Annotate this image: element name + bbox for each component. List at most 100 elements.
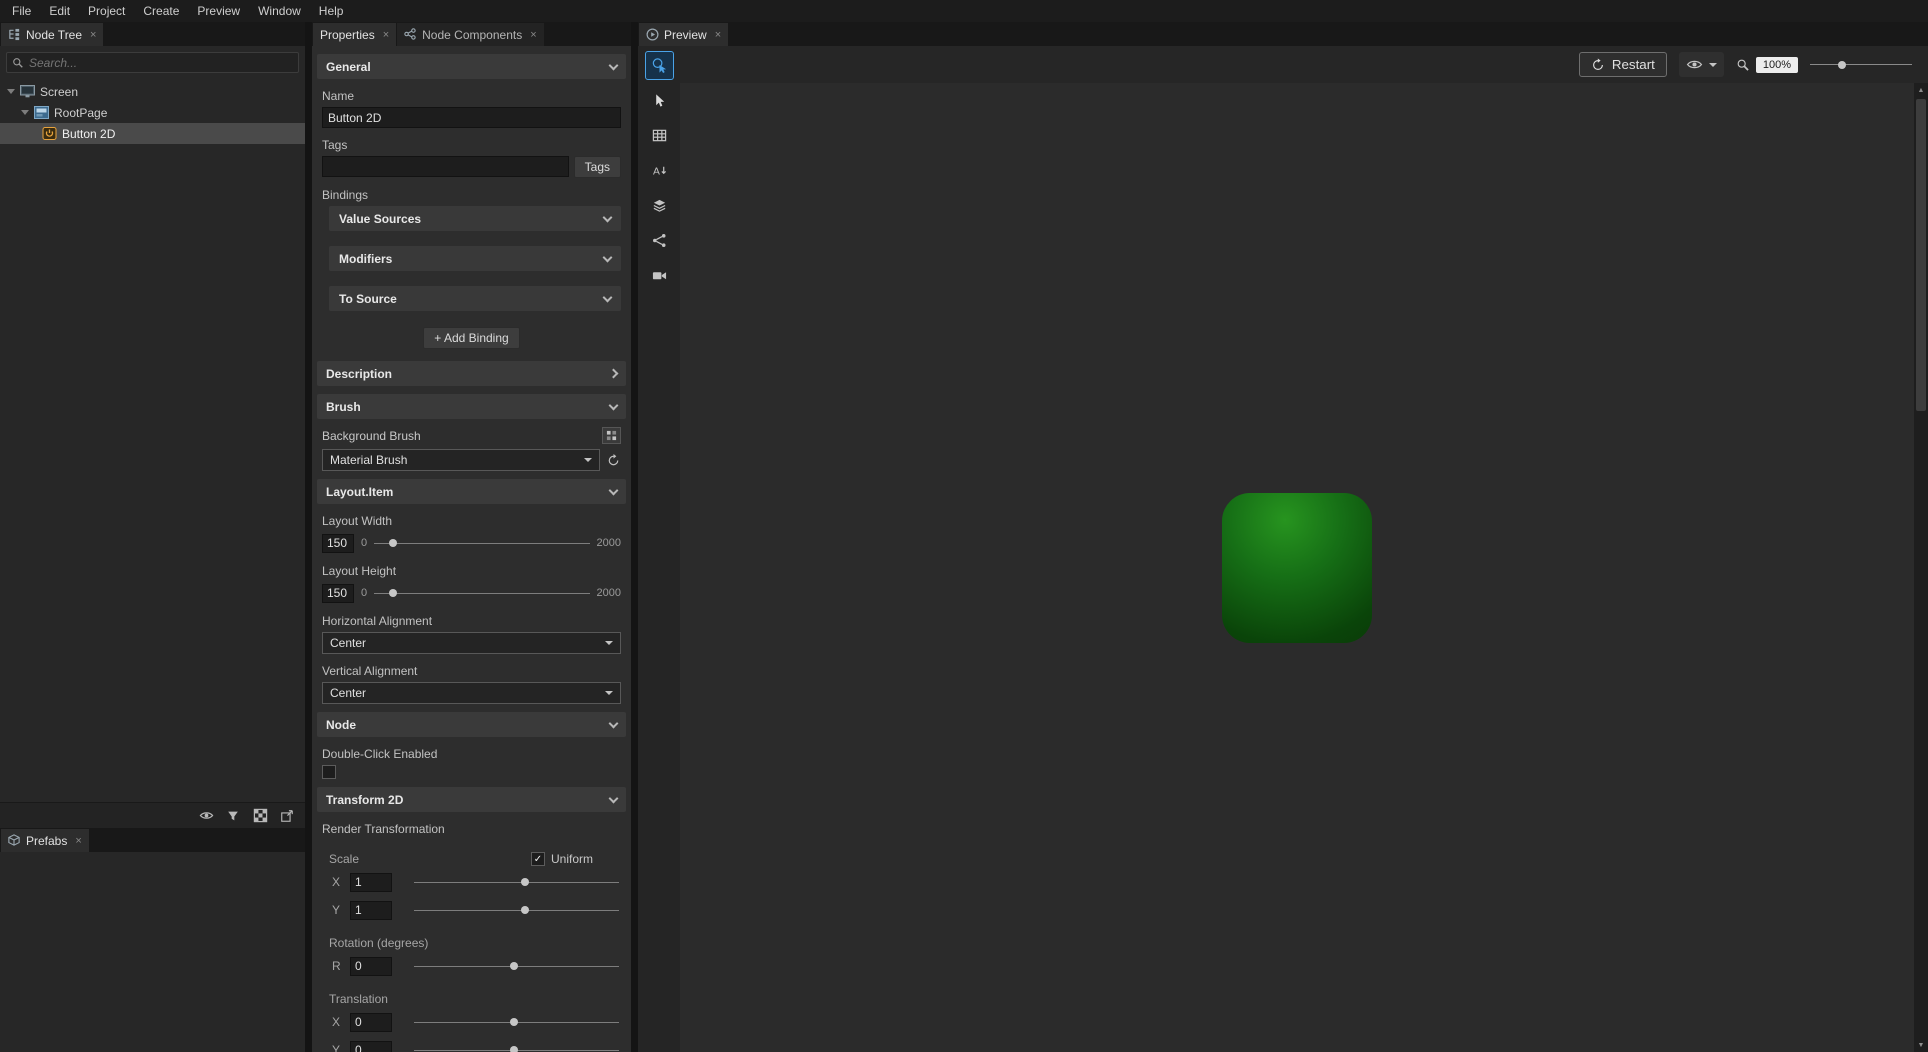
chevron-down-icon xyxy=(603,292,613,302)
preview-vertical-scrollbar[interactable]: ▲ ▼ xyxy=(1914,83,1928,1052)
zoom-slider[interactable] xyxy=(1810,58,1912,72)
section-description[interactable]: Description xyxy=(317,361,626,386)
translation-x-slider[interactable] xyxy=(414,1016,619,1028)
background-brush-dropdown[interactable]: Material Brush xyxy=(322,449,600,471)
dropdown-arrow-icon xyxy=(605,641,613,645)
group-value-sources[interactable]: Value Sources xyxy=(329,206,621,231)
preview-canvas[interactable] xyxy=(680,83,1914,1052)
visibility-options-button[interactable] xyxy=(1679,52,1724,77)
tab-node-components[interactable]: Node Components × xyxy=(397,23,544,46)
rotation-label: Rotation (degrees) xyxy=(329,936,621,950)
menu-item-project[interactable]: Project xyxy=(79,0,134,22)
menu-item-preview[interactable]: Preview xyxy=(188,0,249,22)
zoom-magnifier-icon[interactable] xyxy=(1736,58,1750,72)
translation-x-input[interactable] xyxy=(350,1013,392,1032)
tab-node-tree-close-icon[interactable]: × xyxy=(90,29,96,41)
previewed-button-2d[interactable] xyxy=(1222,493,1372,643)
expander-icon[interactable] xyxy=(7,89,15,94)
layout-width-input[interactable] xyxy=(322,534,354,553)
section-layout-item[interactable]: Layout.Item xyxy=(317,479,626,504)
scroll-down-icon[interactable]: ▼ xyxy=(1914,1038,1928,1052)
rotation-input[interactable] xyxy=(350,957,392,976)
visibility-eye-icon[interactable] xyxy=(197,807,215,825)
rotation-slider[interactable] xyxy=(414,960,619,972)
brush-reset-icon[interactable] xyxy=(606,453,621,468)
slider-thumb[interactable] xyxy=(389,589,397,597)
tab-preview-close-icon[interactable]: × xyxy=(715,29,721,41)
slider-thumb[interactable] xyxy=(510,1046,518,1052)
tab-node-components-close-icon[interactable]: × xyxy=(530,29,536,41)
node-connections-tool[interactable] xyxy=(646,227,673,254)
panel-splitter[interactable] xyxy=(305,22,312,1052)
add-binding-button[interactable]: + Add Binding xyxy=(423,327,519,349)
filter-funnel-icon[interactable] xyxy=(224,807,242,825)
panel-splitter[interactable] xyxy=(631,22,638,1052)
vertical-alignment-label: Vertical Alignment xyxy=(322,664,621,678)
menu-item-window[interactable]: Window xyxy=(249,0,310,22)
name-input[interactable] xyxy=(322,107,621,128)
search-input[interactable] xyxy=(29,56,293,70)
camera-tool[interactable] xyxy=(646,262,673,289)
tab-properties-close-icon[interactable]: × xyxy=(383,29,389,41)
menu-item-edit[interactable]: Edit xyxy=(40,0,79,22)
section-general[interactable]: General xyxy=(317,54,626,79)
tab-properties[interactable]: Properties × xyxy=(313,23,396,46)
translation-y-input[interactable] xyxy=(350,1041,392,1052)
double-click-enabled-checkbox[interactable] xyxy=(322,765,336,779)
tab-node-tree[interactable]: Node Tree × xyxy=(1,23,103,46)
tags-button[interactable]: Tags xyxy=(574,156,621,178)
layout-width-slider[interactable] xyxy=(374,537,589,549)
checkerboard-icon[interactable] xyxy=(251,807,269,825)
vertical-alignment-dropdown[interactable]: Center xyxy=(322,682,621,704)
slider-thumb[interactable] xyxy=(389,539,397,547)
double-click-enabled-label: Double-Click Enabled xyxy=(322,747,621,761)
node-tree-search[interactable] xyxy=(6,52,299,73)
interact-tool[interactable] xyxy=(646,52,673,79)
grid-tool[interactable] xyxy=(646,122,673,149)
uniform-checkbox[interactable]: ✓ xyxy=(531,852,545,866)
tags-input[interactable] xyxy=(322,156,569,177)
menu-item-file[interactable]: File xyxy=(3,0,40,22)
zoom-slider-thumb[interactable] xyxy=(1838,61,1846,69)
background-brush-row: Background Brush xyxy=(322,427,621,444)
tab-prefabs[interactable]: Prefabs × xyxy=(1,829,89,852)
group-modifiers[interactable]: Modifiers xyxy=(329,246,621,271)
horizontal-alignment-dropdown[interactable]: Center xyxy=(322,632,621,654)
tab-preview[interactable]: Preview × xyxy=(639,23,728,46)
export-frame-icon[interactable] xyxy=(278,807,296,825)
layers-tool[interactable] xyxy=(646,192,673,219)
scale-x-input[interactable] xyxy=(350,873,392,892)
section-node[interactable]: Node xyxy=(317,712,626,737)
slider-thumb[interactable] xyxy=(510,962,518,970)
slider-thumb[interactable] xyxy=(521,906,529,914)
section-transform-2d[interactable]: Transform 2D xyxy=(317,787,626,812)
tree-item-rootpage[interactable]: RootPage xyxy=(0,102,305,123)
tab-prefabs-close-icon[interactable]: × xyxy=(75,835,81,847)
preview-body: A Restart xyxy=(638,46,1928,1052)
group-modifiers-label: Modifiers xyxy=(339,252,392,266)
layout-height-slider[interactable] xyxy=(374,587,589,599)
brush-picker-icon[interactable] xyxy=(602,427,621,444)
menu-item-create[interactable]: Create xyxy=(134,0,188,22)
translation-y-slider[interactable] xyxy=(414,1044,619,1052)
section-brush[interactable]: Brush xyxy=(317,394,626,419)
tree-item-button2d[interactable]: Button 2D xyxy=(0,123,305,144)
menu-item-help[interactable]: Help xyxy=(310,0,353,22)
slider-thumb[interactable] xyxy=(521,878,529,886)
slider-thumb[interactable] xyxy=(510,1018,518,1026)
group-to-source[interactable]: To Source xyxy=(329,286,621,311)
scale-x-slider[interactable] xyxy=(414,876,619,888)
layout-height-input[interactable] xyxy=(322,584,354,603)
scale-x-label: X xyxy=(332,875,342,889)
scroll-up-icon[interactable]: ▲ xyxy=(1914,83,1928,97)
scrollbar-thumb[interactable] xyxy=(1916,99,1926,411)
chevron-down-icon xyxy=(609,60,619,70)
scale-y-slider[interactable] xyxy=(414,904,619,916)
expander-icon[interactable] xyxy=(21,110,29,115)
scale-y-input[interactable] xyxy=(350,901,392,920)
text-tool[interactable]: A xyxy=(646,157,673,184)
select-tool[interactable] xyxy=(646,87,673,114)
restart-button[interactable]: Restart xyxy=(1579,52,1667,77)
zoom-level-value[interactable]: 100% xyxy=(1756,57,1798,73)
tree-item-screen[interactable]: Screen xyxy=(0,81,305,102)
